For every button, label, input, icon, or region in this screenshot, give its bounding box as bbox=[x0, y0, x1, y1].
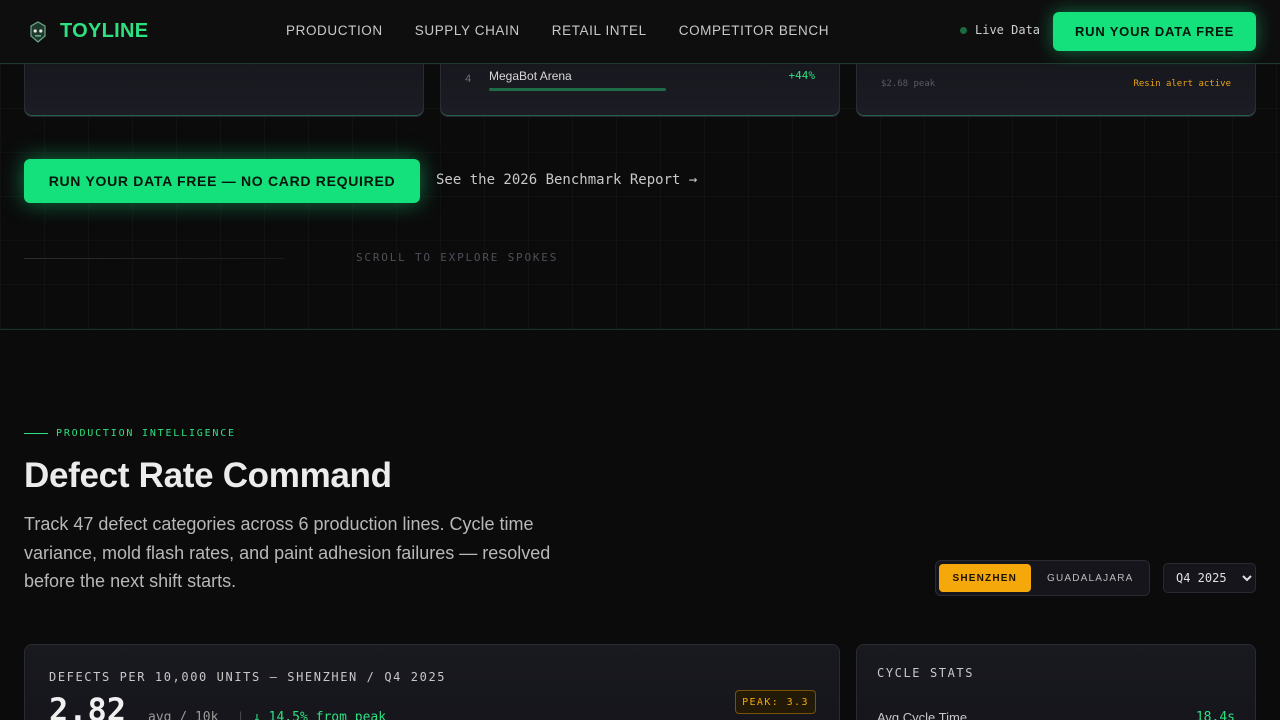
eyebrow-line bbox=[24, 433, 48, 434]
ranking-change: +44% bbox=[788, 69, 816, 82]
resin-peak-label: $2.68 peak bbox=[881, 79, 936, 89]
nav-links: PRODUCTION SUPPLY CHAIN RETAIL INTEL COM… bbox=[286, 23, 829, 38]
ranking-bar bbox=[489, 88, 666, 91]
defects-panel: DEFECTS PER 10,000 UNITS — SHENZHEN / Q4… bbox=[24, 644, 840, 720]
hero-section: 4 MegaBot Arena +44% $2.68 peak Resin al… bbox=[0, 52, 1280, 330]
defects-separator: | bbox=[237, 710, 245, 720]
nav-link-competitor-bench[interactable]: COMPETITOR BENCH bbox=[679, 23, 829, 38]
period-select[interactable]: Q4 2025 bbox=[1163, 563, 1256, 593]
stat-value: 18.4s bbox=[1195, 710, 1235, 720]
section-description: Track 47 defect categories across 6 prod… bbox=[24, 514, 551, 591]
plant-tab-shenzhen[interactable]: SHENZHEN bbox=[939, 564, 1031, 592]
brand[interactable]: TOYLINE bbox=[28, 20, 148, 43]
nav-link-production[interactable]: PRODUCTION bbox=[286, 23, 383, 38]
stat-name: Avg Cycle Time bbox=[877, 710, 968, 720]
benchmark-report-link[interactable]: See the 2026 Benchmark Report → bbox=[436, 172, 697, 188]
brand-name: TOYLINE bbox=[60, 20, 149, 42]
defects-delta: ↓ 14.5% from peak bbox=[253, 710, 387, 720]
resin-alert: Resin alert active bbox=[1133, 79, 1231, 89]
nav-run-data-button[interactable]: RUN YOUR DATA FREE bbox=[1053, 12, 1256, 51]
live-dot-icon bbox=[960, 26, 967, 34]
ranking-number: 4 bbox=[465, 73, 472, 85]
section-title: Defect Rate Command bbox=[24, 456, 392, 495]
scroll-divider bbox=[24, 258, 284, 259]
plant-tab-guadalajara[interactable]: GUADALAJARA bbox=[1035, 564, 1146, 592]
nav-link-supply-chain[interactable]: SUPPLY CHAIN bbox=[415, 23, 520, 38]
defects-value: 2.82 bbox=[49, 691, 127, 720]
defects-unit: avg / 10k bbox=[148, 710, 219, 720]
defects-label: DEFECTS PER 10,000 UNITS — SHENZHEN / Q4… bbox=[49, 670, 447, 684]
live-data-label: Live Data bbox=[975, 23, 1041, 37]
ranking-name: MegaBot Arena bbox=[489, 69, 572, 83]
cycle-stats-label: CYCLE STATS bbox=[877, 666, 975, 680]
top-nav: TOYLINE PRODUCTION SUPPLY CHAIN RETAIL I… bbox=[0, 0, 1280, 64]
peak-badge: PEAK: 3.3 bbox=[735, 690, 816, 714]
section-eyebrow: PRODUCTION INTELLIGENCE bbox=[24, 428, 236, 439]
eyebrow-text: PRODUCTION INTELLIGENCE bbox=[56, 428, 236, 439]
hero-run-data-button[interactable]: RUN YOUR DATA FREE — NO CARD REQUIRED bbox=[24, 159, 420, 203]
live-data-indicator: Live Data bbox=[960, 23, 1040, 37]
plant-selector: SHENZHEN GUADALAJARA bbox=[935, 560, 1150, 596]
robot-mascot-icon bbox=[30, 20, 46, 43]
scroll-hint: SCROLL TO EXPLORE SPOKES bbox=[356, 251, 559, 264]
cycle-stats-panel: CYCLE STATS Avg Cycle Time 18.4s bbox=[856, 644, 1256, 720]
nav-link-retail-intel[interactable]: RETAIL INTEL bbox=[552, 23, 647, 38]
